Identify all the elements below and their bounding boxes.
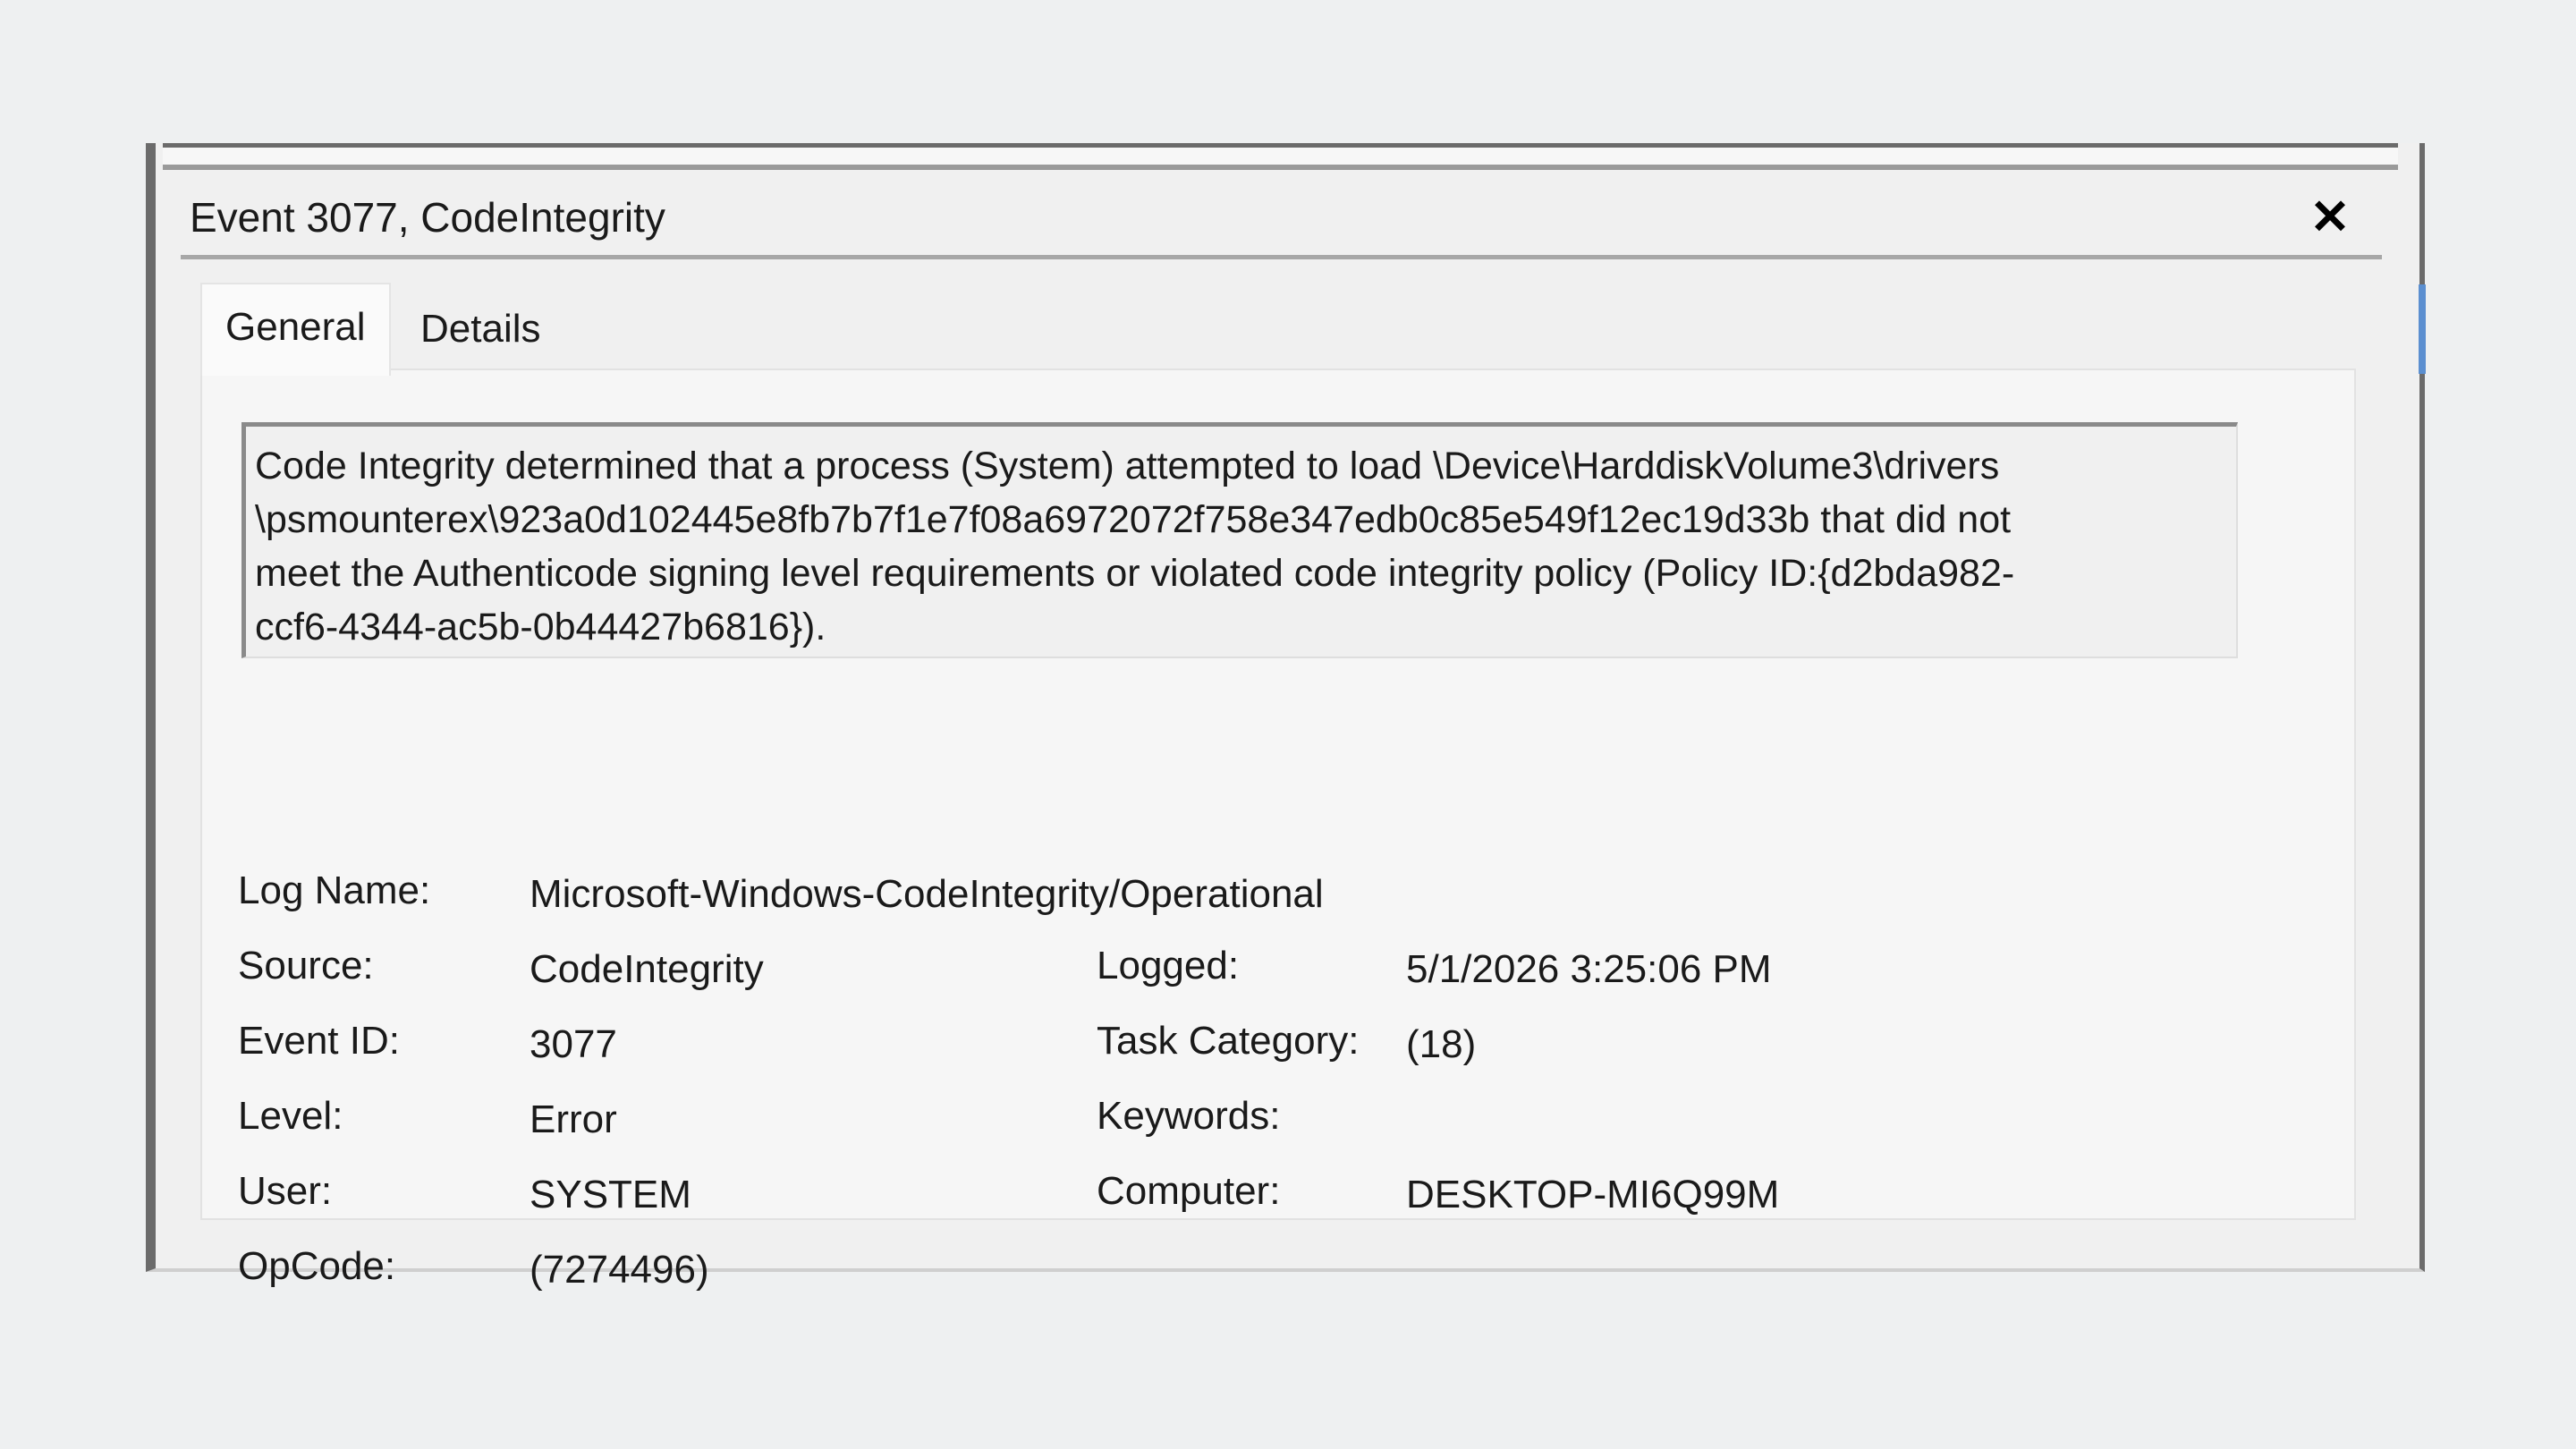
general-tab-panel: Code Integrity determined that a process… — [200, 369, 2356, 1292]
keywords-label: Keywords: — [1097, 1094, 1281, 1138]
event-id-label: Event ID: — [238, 1019, 400, 1063]
logged-label: Logged: — [1097, 944, 1240, 987]
log-name-label: Log Name: — [238, 869, 431, 912]
source-label: Source: — [238, 944, 374, 987]
tab-general[interactable]: General — [200, 283, 391, 376]
description-line: ccf6-4344-ac5b-0b44427b6816}). — [255, 606, 826, 648]
computer-value: DESKTOP-MI6Q99M — [1406, 1173, 1780, 1216]
logged-value: 5/1/2026 3:25:06 PM — [1406, 947, 1772, 991]
user-label: User: — [238, 1169, 333, 1213]
level-label: Level: — [238, 1094, 343, 1138]
opcode-value: (7274496) — [530, 1248, 709, 1292]
computer-label: Computer: — [1097, 1169, 1281, 1213]
log-name-value: Microsoft-Windows-CodeIntegrity/Operatio… — [530, 872, 1324, 916]
close-icon[interactable]: ✕ — [2294, 179, 2366, 256]
description-line: Code Integrity determined that a process… — [255, 445, 2000, 487]
level-value: Error — [530, 1097, 617, 1141]
event-description-textbox[interactable]: Code Integrity determined that a process… — [242, 422, 2238, 658]
user-value: SYSTEM — [530, 1173, 691, 1216]
task-category-value: (18) — [1406, 1022, 1477, 1066]
description-line: meet the Authenticode signing level requ… — [255, 552, 2015, 595]
source-value: CodeIntegrity — [530, 947, 764, 991]
title-bar: Event 3077, CodeIntegrity ✕ — [181, 179, 2382, 259]
opcode-label: OpCode: — [238, 1244, 396, 1288]
tab-details[interactable]: Details — [397, 288, 564, 370]
event-id-value: 3077 — [530, 1022, 617, 1066]
window-title: Event 3077, CodeIntegrity — [190, 194, 665, 241]
event-properties-window: Event 3077, CodeIntegrity ✕ General Deta… — [146, 143, 2426, 1292]
window-top-edge — [163, 143, 2398, 170]
description-line: \psmounterex\923a0d102445e8fb7b7f1e7f08a… — [255, 498, 2012, 541]
scrollbar-thumb[interactable] — [2419, 284, 2426, 374]
task-category-label: Task Category: — [1097, 1019, 1360, 1063]
